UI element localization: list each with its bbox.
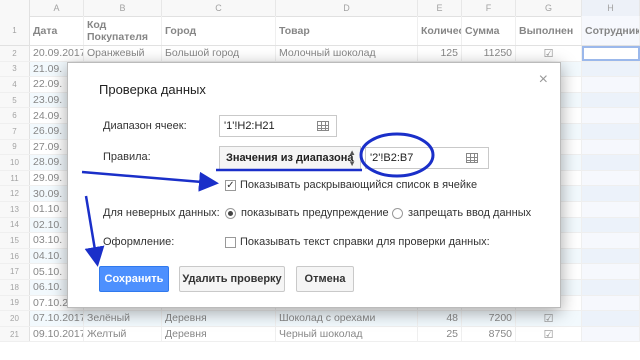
warn-radio[interactable] xyxy=(225,208,236,219)
rule-type-value: Значения из диапазона xyxy=(226,152,354,164)
data-validation-dialog: Проверка данных × Диапазон ячеек: '1'!H2… xyxy=(67,62,561,308)
range-label: Диапазон ячеек: xyxy=(103,120,187,132)
rules-label: Правила: xyxy=(103,151,151,163)
rule-type-select[interactable]: Значения из диапазона ▲ ▼ xyxy=(219,146,361,170)
invalid-data-label: Для неверных данных: xyxy=(103,207,220,219)
appearance-label: Оформление: xyxy=(103,236,175,248)
close-icon[interactable]: × xyxy=(539,71,548,89)
reject-radio[interactable] xyxy=(392,208,403,219)
remove-validation-button[interactable]: Удалить проверку xyxy=(179,266,285,292)
warn-radio-label[interactable]: показывать предупреждение xyxy=(241,207,389,219)
show-dropdown-checkbox[interactable]: ✓ xyxy=(225,180,236,191)
select-rule-range-icon[interactable] xyxy=(466,153,478,163)
help-text-label[interactable]: Показывать текст справки для проверки да… xyxy=(240,236,490,248)
help-text-checkbox[interactable] xyxy=(225,237,236,248)
dialog-title: Проверка данных xyxy=(99,82,206,97)
cancel-button[interactable]: Отмена xyxy=(296,266,354,292)
select-range-icon[interactable] xyxy=(317,121,329,131)
save-button[interactable]: Сохранить xyxy=(99,266,169,292)
reject-radio-label[interactable]: запрещать ввод данных xyxy=(408,207,531,219)
show-dropdown-label[interactable]: Показывать раскрывающийся список в ячейк… xyxy=(240,179,477,191)
rule-range-value: '2'!B2:B7 xyxy=(370,152,414,164)
rule-range-input[interactable]: '2'!B2:B7 xyxy=(365,147,489,169)
select-arrows-icon: ▲ ▼ xyxy=(348,148,356,168)
range-input[interactable]: '1'!H2:H21 xyxy=(219,115,337,137)
range-input-value: '1'!H2:H21 xyxy=(224,120,275,132)
